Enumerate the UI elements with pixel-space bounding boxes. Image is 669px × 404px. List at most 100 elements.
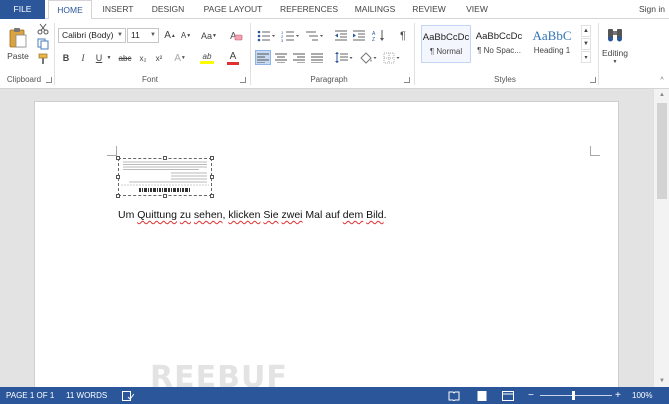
clipboard-group-label: Clipboard — [6, 75, 42, 84]
svg-text:3: 3 — [281, 38, 284, 42]
resize-handle[interactable] — [116, 194, 120, 198]
styles-dialog-launcher-icon[interactable] — [590, 77, 596, 83]
clipboard-dialog-launcher-icon[interactable] — [46, 77, 52, 83]
tab-references[interactable]: REFERENCES — [276, 0, 342, 19]
editing-button[interactable]: Editing ▼ — [600, 22, 630, 68]
sort-button[interactable]: A Z — [371, 28, 387, 43]
zoom-slider-track[interactable] — [540, 395, 612, 396]
numbering-icon: 1 2 3 — [281, 30, 299, 42]
bullets-icon — [257, 30, 275, 41]
align-right-button[interactable] — [291, 50, 307, 65]
superscript-button[interactable]: x² — [152, 51, 166, 65]
scrollbar-thumb[interactable] — [657, 103, 667, 199]
style-name: Heading 1 — [533, 46, 571, 55]
italic-button[interactable]: I — [77, 51, 89, 65]
resize-handle[interactable] — [163, 156, 167, 160]
misspelled-word: zwei — [281, 209, 303, 221]
grow-font-button[interactable]: A ▲ — [163, 28, 177, 43]
zoom-in-button[interactable]: + — [615, 387, 621, 404]
paste-button[interactable]: Paste — [6, 23, 30, 65]
cut-button[interactable] — [36, 23, 50, 35]
styles-scroll-down-icon[interactable]: ▼ — [581, 38, 591, 50]
font-color-swatch — [227, 62, 239, 65]
collapse-ribbon-icon[interactable]: ^ — [657, 75, 667, 85]
resize-handle[interactable] — [210, 156, 214, 160]
resize-handle[interactable] — [210, 175, 214, 179]
sign-in-link[interactable]: Sign in — [639, 0, 665, 19]
tab-review[interactable]: REVIEW — [408, 0, 450, 19]
tab-home[interactable]: HOME — [48, 0, 92, 20]
chevron-down-icon: ▼ — [150, 32, 156, 38]
styles-scroll-up-icon[interactable]: ▲ — [581, 25, 591, 37]
align-center-button[interactable] — [273, 50, 289, 65]
style-heading-1[interactable]: AaBbC Heading 1 — [527, 25, 577, 63]
bullets-button[interactable] — [255, 28, 277, 43]
styles-group-label: Styles — [494, 75, 516, 84]
highlight-color-swatch — [200, 61, 214, 64]
align-left-button[interactable] — [255, 50, 271, 65]
vertical-scrollbar[interactable]: ▲ ▼ — [653, 89, 669, 387]
font-size-select[interactable]: 11 ▼ — [127, 28, 159, 43]
decrease-indent-icon — [335, 30, 347, 40]
style-sample: AaBbCcDc — [422, 32, 470, 43]
tab-insert[interactable]: INSERT — [98, 0, 138, 19]
font-dialog-launcher-icon[interactable] — [240, 77, 246, 83]
proofing-icon[interactable] — [122, 387, 135, 404]
body-paragraph[interactable]: Um Quittung zu sehen, klicken Sie zwei M… — [118, 209, 387, 221]
resize-handle[interactable] — [116, 156, 120, 160]
style-name: ¶ Normal — [429, 47, 463, 56]
strikethrough-button[interactable]: abc — [117, 51, 133, 65]
style-no-spacing[interactable]: AaBbCcDc ¶ No Spac... — [474, 25, 524, 63]
format-painter-icon — [38, 53, 48, 64]
font-color-button[interactable]: A — [222, 51, 244, 65]
resize-handle[interactable] — [116, 175, 120, 179]
format-painter-button[interactable] — [36, 53, 50, 65]
subscript-button[interactable]: x₂ — [136, 51, 150, 65]
receipt-image[interactable] — [116, 156, 214, 198]
underline-button[interactable]: U — [93, 51, 105, 65]
shading-button[interactable] — [357, 50, 379, 65]
numbering-button[interactable]: 1 2 3 — [279, 28, 301, 43]
tab-page-layout[interactable]: PAGE LAYOUT — [198, 0, 268, 19]
zoom-slider-thumb[interactable] — [572, 391, 575, 400]
style-normal[interactable]: AaBbCcDc ¶ Normal — [421, 25, 471, 63]
increase-indent-button[interactable] — [351, 28, 367, 43]
receipt-thumbnail — [121, 161, 209, 192]
text-run: . — [383, 209, 387, 221]
change-case-button[interactable]: Aa ▼ — [199, 28, 219, 43]
scroll-up-icon[interactable]: ▲ — [654, 89, 669, 101]
document-area: Um Quittung zu sehen, klicken Sie zwei M… — [0, 89, 669, 401]
tab-file[interactable]: FILE — [0, 0, 45, 19]
resize-handle[interactable] — [163, 194, 167, 198]
tab-view[interactable]: VIEW — [460, 0, 494, 19]
paragraph-dialog-launcher-icon[interactable] — [404, 77, 410, 83]
multilevel-list-button[interactable] — [303, 28, 325, 43]
tab-design[interactable]: DESIGN — [146, 0, 190, 19]
font-family-select[interactable]: Calibri (Body) ▼ — [58, 28, 126, 43]
pilcrow-icon[interactable]: ¶ — [396, 28, 410, 43]
zoom-out-button[interactable]: − — [528, 387, 534, 404]
clear-formatting-button[interactable]: A — [228, 28, 244, 43]
resize-handle[interactable] — [210, 194, 214, 198]
line-spacing-button[interactable] — [333, 50, 355, 65]
page-count-status[interactable]: PAGE 1 OF 1 — [6, 387, 54, 404]
shrink-font-button[interactable]: A ▼ — [179, 28, 193, 43]
web-layout-icon[interactable] — [502, 387, 514, 404]
zoom-level[interactable]: 100% — [632, 387, 652, 404]
text-effects-button[interactable]: A ▼ — [172, 51, 188, 65]
borders-button[interactable] — [381, 50, 403, 65]
read-mode-icon[interactable] — [448, 387, 460, 404]
justify-button[interactable] — [309, 50, 325, 65]
align-center-icon — [275, 53, 287, 63]
copy-button[interactable] — [36, 38, 50, 50]
document-page[interactable]: Um Quittung zu sehen, klicken Sie zwei M… — [34, 101, 619, 401]
decrease-indent-button[interactable] — [333, 28, 349, 43]
highlight-button[interactable]: ab — [196, 51, 218, 65]
underline-options-chevron-icon[interactable]: ▼ — [105, 51, 113, 65]
scroll-down-icon[interactable]: ▼ — [654, 375, 669, 387]
word-count-status[interactable]: 11 WORDS — [66, 387, 107, 404]
print-layout-icon[interactable] — [476, 387, 488, 404]
styles-more-icon[interactable]: ▾ — [581, 51, 591, 63]
bold-button[interactable]: B — [60, 51, 72, 65]
tab-mailings[interactable]: MAILINGS — [348, 0, 402, 19]
